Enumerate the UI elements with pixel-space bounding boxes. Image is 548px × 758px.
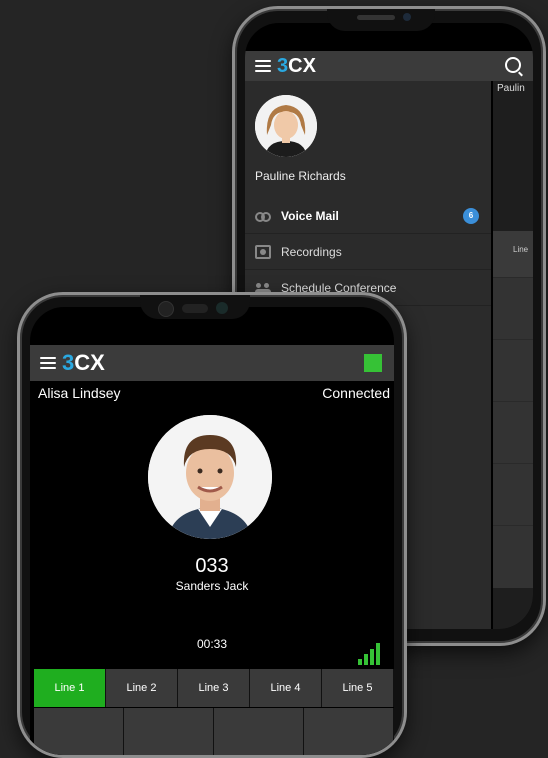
drawer-item-voice-mail[interactable]: Voice Mail 6 (245, 199, 491, 234)
local-user-name: Alisa Lindsey (38, 385, 121, 401)
caller-avatar (148, 415, 272, 539)
peek-row (493, 339, 533, 402)
call-control-button[interactable] (304, 708, 394, 755)
line-tabs: Line 1 Line 2 Line 3 Line 4 Line 5 (34, 669, 394, 707)
drawer-item-label: Recordings (281, 245, 342, 259)
app-header: 3CX (30, 345, 394, 381)
peek-user-name: Paulin (497, 83, 525, 94)
call-control-button[interactable] (124, 708, 214, 755)
speaker-grille (357, 15, 395, 20)
call-header: Alisa Lindsey Connected (30, 385, 394, 403)
peek-row (493, 277, 533, 340)
front-phone: 3CX Alisa Lindsey Connected 033 Sanders … (17, 292, 407, 758)
search-icon[interactable] (505, 57, 521, 73)
phone-notch (140, 295, 250, 319)
voicemail-icon (255, 209, 271, 223)
peek-line-label: Line (493, 231, 533, 277)
user-avatar[interactable] (255, 95, 317, 157)
peek-row (493, 463, 533, 526)
call-number: 033 (195, 555, 229, 577)
call-timer: 00:33 (196, 637, 228, 651)
tab-line-4[interactable]: Line 4 (250, 669, 322, 707)
drawer-user-name: Pauline Richards (255, 169, 346, 183)
tab-line-1[interactable]: Line 1 (34, 669, 106, 707)
face-sensor (216, 302, 228, 314)
call-status: Connected (322, 385, 390, 401)
unread-count-badge: 6 (463, 208, 479, 224)
drawer-item-recordings[interactable]: Recordings (245, 235, 491, 270)
3cx-logo: 3CX (62, 350, 105, 375)
tab-line-3[interactable]: Line 3 (178, 669, 250, 707)
app-header: 3CX (245, 51, 533, 81)
call-contact-name: Sanders Jack (175, 579, 249, 593)
3cx-logo: 3CX (277, 54, 316, 77)
tab-line-2[interactable]: Line 2 (106, 669, 178, 707)
signal-strength-icon (358, 643, 380, 665)
call-control-button[interactable] (34, 708, 124, 755)
front-phone-screen: 3CX Alisa Lindsey Connected 033 Sanders … (30, 307, 394, 755)
front-camera (403, 13, 411, 21)
tab-line-5[interactable]: Line 5 (322, 669, 394, 707)
presence-status-indicator[interactable] (364, 354, 382, 372)
front-camera (158, 301, 174, 317)
hamburger-menu-icon[interactable] (255, 60, 271, 72)
recordings-icon (255, 245, 271, 259)
speaker-grille (182, 304, 208, 313)
peek-row (493, 401, 533, 464)
call-control-button[interactable] (214, 708, 304, 755)
drawer-item-label: Voice Mail (281, 209, 339, 223)
call-controls-grid (34, 708, 394, 755)
hamburger-menu-icon[interactable] (40, 357, 56, 369)
main-content-peek: Paulin Line (493, 81, 533, 629)
phone-notch (327, 9, 435, 31)
peek-row (493, 525, 533, 588)
